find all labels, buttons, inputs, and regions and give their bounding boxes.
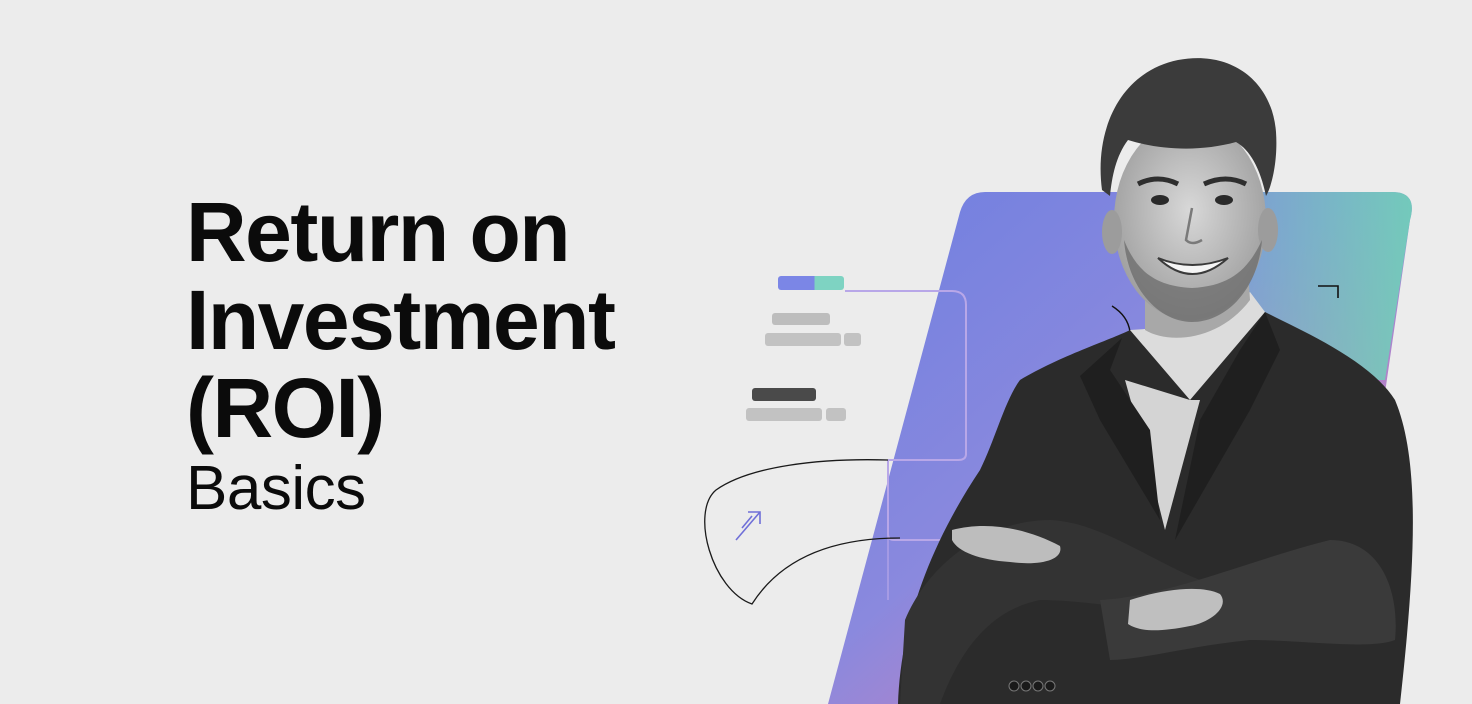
ui-bar-dark <box>752 388 816 401</box>
arrow-up-right-icon <box>735 511 761 541</box>
ui-bar-gray-1 <box>772 313 830 325</box>
hero-illustration <box>704 58 1413 704</box>
ui-bar-gray-4 <box>746 408 822 421</box>
person-eye-right <box>1215 195 1233 205</box>
ui-bar-gray-5 <box>826 408 846 421</box>
ui-bar-gray-2 <box>765 333 841 346</box>
ui-bar-accent <box>778 276 844 290</box>
person-ear-left <box>1102 210 1122 254</box>
person-eye-left <box>1151 195 1169 205</box>
ui-bar-gray-3 <box>844 333 861 346</box>
